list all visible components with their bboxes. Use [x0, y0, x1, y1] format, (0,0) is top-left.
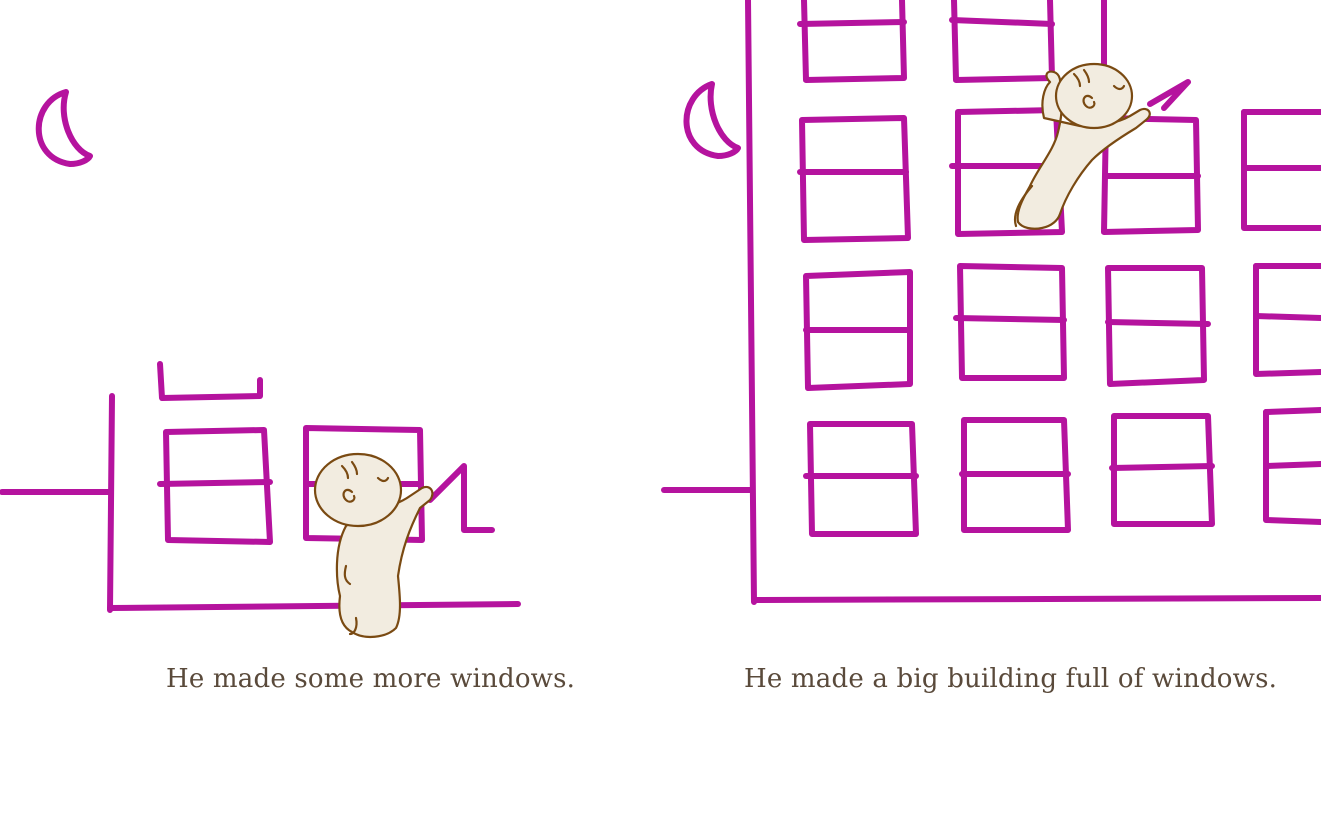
window-r0c2	[949, 0, 1055, 83]
building-wall	[107, 393, 115, 613]
roof-fragment	[157, 361, 263, 401]
window-partial	[1147, 79, 1191, 111]
left-caption: He made some more windows.	[166, 664, 576, 694]
right-illustration	[661, 0, 1321, 605]
left-page: He made some more windows.	[0, 0, 660, 824]
right-caption: He made a big building full of windows.	[744, 664, 1278, 694]
window-r1c4	[1241, 109, 1321, 231]
window-r2c4	[1253, 263, 1321, 377]
window-r3c1	[803, 421, 919, 537]
window-1	[157, 427, 273, 545]
right-page: He made a big building full of windows.	[660, 0, 1321, 824]
window-r1c1	[797, 115, 911, 243]
window-r2c3	[1105, 265, 1211, 387]
crescent-moon-icon	[683, 81, 741, 159]
left-illustration	[0, 89, 521, 638]
window-r2c1	[803, 269, 913, 391]
building-base	[751, 595, 1321, 603]
window-r0c1	[797, 0, 907, 83]
building-wall	[745, 0, 757, 605]
building-base	[107, 601, 521, 611]
window-r2c2	[953, 263, 1067, 381]
window-r3c4	[1263, 407, 1321, 525]
baby-character	[1013, 62, 1151, 230]
window-partial	[427, 463, 495, 533]
window-r3c3	[1109, 413, 1215, 527]
crescent-moon-icon	[35, 89, 93, 167]
window-r3c2	[959, 417, 1071, 533]
book-spread: He made some more windows. He made a big…	[0, 0, 1321, 824]
